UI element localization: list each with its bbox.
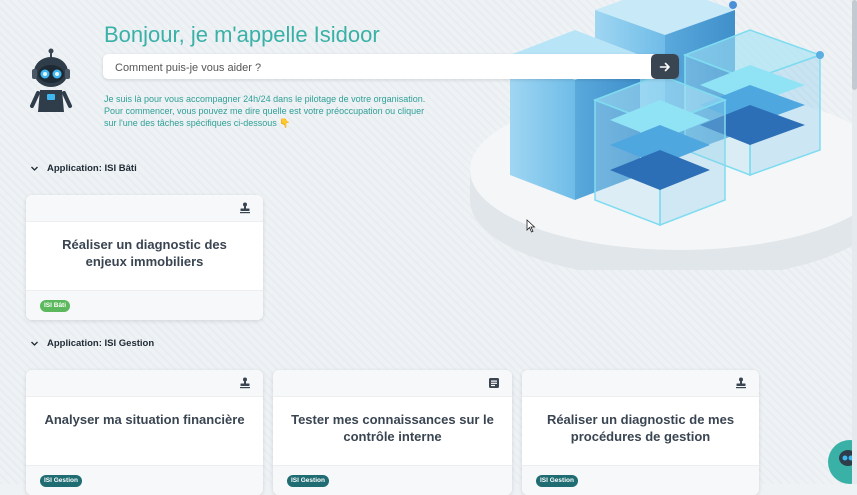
card-header: [26, 370, 263, 397]
intro-line: Pour commencer, vous pouvez me dire quel…: [104, 106, 425, 116]
chevron-down-icon: [31, 341, 38, 346]
scrollbar[interactable]: [852, 0, 857, 484]
task-card[interactable]: Réaliser un diagnostic des enjeux immobi…: [26, 195, 263, 320]
send-button[interactable]: [651, 54, 679, 79]
stamp-icon: [240, 377, 250, 389]
section-toggle-isi-gestion[interactable]: Application: ISI Gestion: [30, 338, 154, 349]
arrow-right-icon: [659, 62, 670, 71]
stamp-icon: [240, 202, 250, 214]
app-badge: ISI Gestion: [40, 475, 82, 487]
card-title: Analyser ma situation financière: [36, 411, 253, 428]
card-title: Réaliser un diagnostic de mes procédures…: [532, 411, 749, 445]
section-label: Application: ISI Bâti: [47, 163, 137, 174]
card-footer: ISI Gestion: [522, 465, 759, 495]
stamp-icon: [736, 377, 746, 389]
card-header: [26, 195, 263, 222]
task-card[interactable]: Réaliser un diagnostic de mes procédures…: [522, 370, 759, 495]
card-footer: ISI Gestion: [26, 465, 263, 495]
card-header: [273, 370, 512, 397]
section-toggle-isi-bati[interactable]: Application: ISI Bâti: [30, 163, 137, 174]
robot-avatar: [26, 48, 76, 118]
mouse-cursor-icon: [526, 219, 536, 233]
card-title-line: contrôle interne: [343, 429, 442, 444]
intro-line: sur l'une des tâches spécifiques ci-dess…: [104, 118, 291, 128]
task-card[interactable]: Tester mes connaissances sur le contrôle…: [273, 370, 512, 495]
quiz-icon: [489, 378, 499, 388]
card-title-line: Tester mes connaissances sur le: [291, 412, 494, 427]
search-input[interactable]: [113, 54, 647, 81]
card-title-line: Réaliser un diagnostic des: [62, 237, 227, 252]
card-title-line: Analyser ma situation financière: [44, 412, 245, 427]
card-title-line: enjeux immobiliers: [85, 254, 204, 269]
app-badge: ISI Gestion: [536, 475, 578, 487]
intro-line: Je suis là pour vous accompagner 24h/24 …: [104, 94, 426, 104]
chevron-down-icon: [31, 166, 38, 171]
card-header: [522, 370, 759, 397]
intro-text: Je suis là pour vous accompagner 24h/24 …: [104, 93, 464, 129]
section-label: Application: ISI Gestion: [47, 338, 155, 349]
app-badge: ISI Gestion: [287, 475, 329, 487]
card-title: Réaliser un diagnostic des enjeux immobi…: [36, 236, 253, 270]
task-card[interactable]: Analyser ma situation financière ISI Ges…: [26, 370, 263, 495]
card-footer: ISI Bâti: [26, 290, 263, 320]
card-title-line: procédures de gestion: [570, 429, 711, 444]
card-title: Tester mes connaissances sur le contrôle…: [283, 411, 502, 445]
card-title-line: Réaliser un diagnostic de mes: [546, 412, 735, 427]
scrollbar-thumb[interactable]: [852, 0, 857, 90]
hero-illustration: [465, 0, 857, 270]
search-bar: [103, 54, 679, 81]
card-footer: ISI Gestion: [273, 465, 512, 495]
app-badge: ISI Bâti: [40, 300, 71, 312]
page-title: Bonjour, je m'appelle Isidoor: [104, 22, 380, 47]
